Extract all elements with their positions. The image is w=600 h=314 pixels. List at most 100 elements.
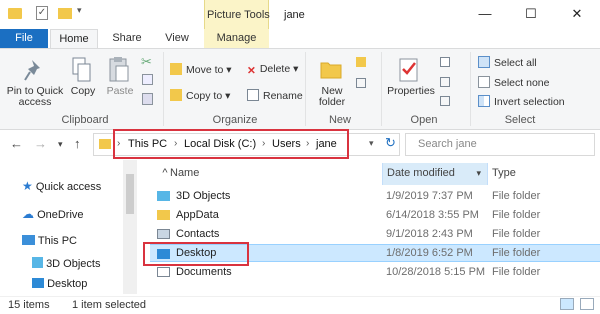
file-date: 1/9/2019 7:37 PM [386,190,473,202]
nav-3d-objects[interactable]: 3D Objects [32,257,100,270]
paste-icon [109,57,129,82]
column-date-modified[interactable]: Date modified ▾ [382,163,488,185]
table-row[interactable]: Documents 10/28/2018 5:15 PM File folder [150,264,600,280]
forward-arrow-icon[interactable]: → [34,136,47,151]
folder-icon [99,139,111,149]
rename-label: Rename [263,90,303,102]
contacts-icon [157,229,170,239]
desktop-highlight-box [143,242,249,266]
desktop-icon [32,278,44,288]
copy-path-icon[interactable] [142,74,153,85]
refresh-icon[interactable]: ↻ [385,135,396,151]
select-all-label: Select all [494,57,537,69]
rename-button[interactable]: Rename [247,89,303,102]
tab-share[interactable]: Share [104,29,150,49]
context-group-label: Picture Tools [207,9,270,21]
recent-locations-icon[interactable]: ▾ [58,139,63,150]
file-date: 9/1/2018 2:43 PM [386,228,473,240]
table-row[interactable]: AppData 6/14/2018 3:55 PM File folder [150,207,600,223]
nav-this-pc[interactable]: This PC [22,235,77,247]
nav-scrollbar-thumb[interactable] [126,174,134,214]
file-date: 6/14/2018 3:55 PM [386,209,479,221]
table-row[interactable]: 3D Objects 1/9/2019 7:37 PM File folder [150,188,600,204]
invert-selection-button[interactable]: Invert selection [478,95,565,108]
delete-x-icon: ✕ [247,65,256,77]
file-date: 10/28/2018 5:15 PM [386,266,486,278]
move-to-button[interactable]: Move to ▾ [170,63,232,76]
nav-quick-access-label: Quick access [35,181,102,193]
open-group-label: Open [410,114,438,126]
history-icon[interactable] [440,96,450,106]
cut-icon[interactable]: ✂ [141,54,152,70]
details-view-icon[interactable] [560,298,574,310]
address-highlight-box [113,129,349,159]
tab-file[interactable]: File [0,29,48,49]
easy-access-icon[interactable] [356,78,366,88]
column-name[interactable]: Name [170,163,199,185]
nav-3d-objects-label: 3D Objects [46,258,101,270]
documents-icon [157,267,170,277]
minimize-button[interactable]: — [462,0,508,29]
folder-icon [157,210,170,220]
nav-desktop[interactable]: Desktop [32,278,87,290]
chevron-down-icon[interactable]: ▾ [476,163,481,183]
nav-onedrive[interactable]: ☁ OneDrive [22,207,84,221]
back-arrow-icon[interactable]: ← [10,136,23,151]
window-title: jane [284,9,305,21]
pin-label-line2: access [18,96,52,108]
column-type[interactable]: Type [492,163,516,185]
select-all-button[interactable]: Select all [478,56,537,69]
large-icons-view-icon[interactable] [580,298,594,310]
file-name: AppData [176,209,219,221]
paste-button[interactable]: Paste [104,86,136,97]
delete-button[interactable]: ✕ Delete ▾ [247,63,298,77]
file-type: File folder [492,266,541,278]
clipboard-group-label: Clipboard [61,114,109,126]
new-group-label: New [328,114,351,126]
properties-button[interactable]: Properties [384,86,438,97]
file-date: 1/8/2019 6:52 PM [386,247,473,259]
up-arrow-icon[interactable]: ↑ [74,136,81,151]
file-type: File folder [492,209,541,221]
star-icon: ★ [22,179,33,193]
edit-icon[interactable] [440,77,450,87]
close-button[interactable]: ✕ [554,0,600,29]
new-folder-icon[interactable] [58,8,72,19]
select-none-button[interactable]: Select none [478,76,549,89]
tab-home[interactable]: Home [50,29,98,49]
table-row[interactable]: Contacts 9/1/2018 2:43 PM File folder [150,226,600,242]
nav-onedrive-label: OneDrive [37,209,84,221]
copy-to-button[interactable]: Copy to ▾ [170,89,230,102]
copy-to-label: Copy to [186,90,223,102]
select-all-icon [478,56,490,68]
address-dropdown-icon[interactable]: ▾ [369,138,374,149]
maximize-button[interactable]: ☐ [508,0,554,29]
invert-selection-icon [478,95,490,107]
tab-view[interactable]: View [154,29,200,49]
ribbon-separator [163,52,164,126]
ribbon-separator [305,52,306,126]
file-type: File folder [492,247,541,259]
paste-shortcut-icon[interactable] [142,93,153,105]
copy-button[interactable]: Copy [66,86,100,97]
properties-check-icon[interactable]: ✓ [36,6,48,20]
new-folder-button[interactable]: New folder [312,86,352,108]
select-none-icon [478,76,490,88]
nav-quick-access[interactable]: ★ Quick access [22,179,101,193]
file-type: File folder [492,190,541,202]
open-icon[interactable] [440,57,450,67]
tab-manage[interactable]: Manage [204,29,269,49]
properties-icon [399,58,418,82]
customize-toolbar-icon[interactable]: ▾ [77,5,82,16]
cube-icon [157,191,170,201]
file-name: 3D Objects [176,190,231,202]
column-date-label: Date modified [387,167,455,179]
nav-desktop-label: Desktop [47,278,88,290]
new-folder-icon [320,62,342,79]
delete-label: Delete [259,63,291,75]
new-item-icon[interactable] [356,57,366,67]
ribbon-separator [470,52,471,126]
rename-icon [247,89,259,101]
folder-icon[interactable] [8,8,22,19]
pin-to-quick-access-button[interactable]: Pin to Quick access [4,86,66,108]
